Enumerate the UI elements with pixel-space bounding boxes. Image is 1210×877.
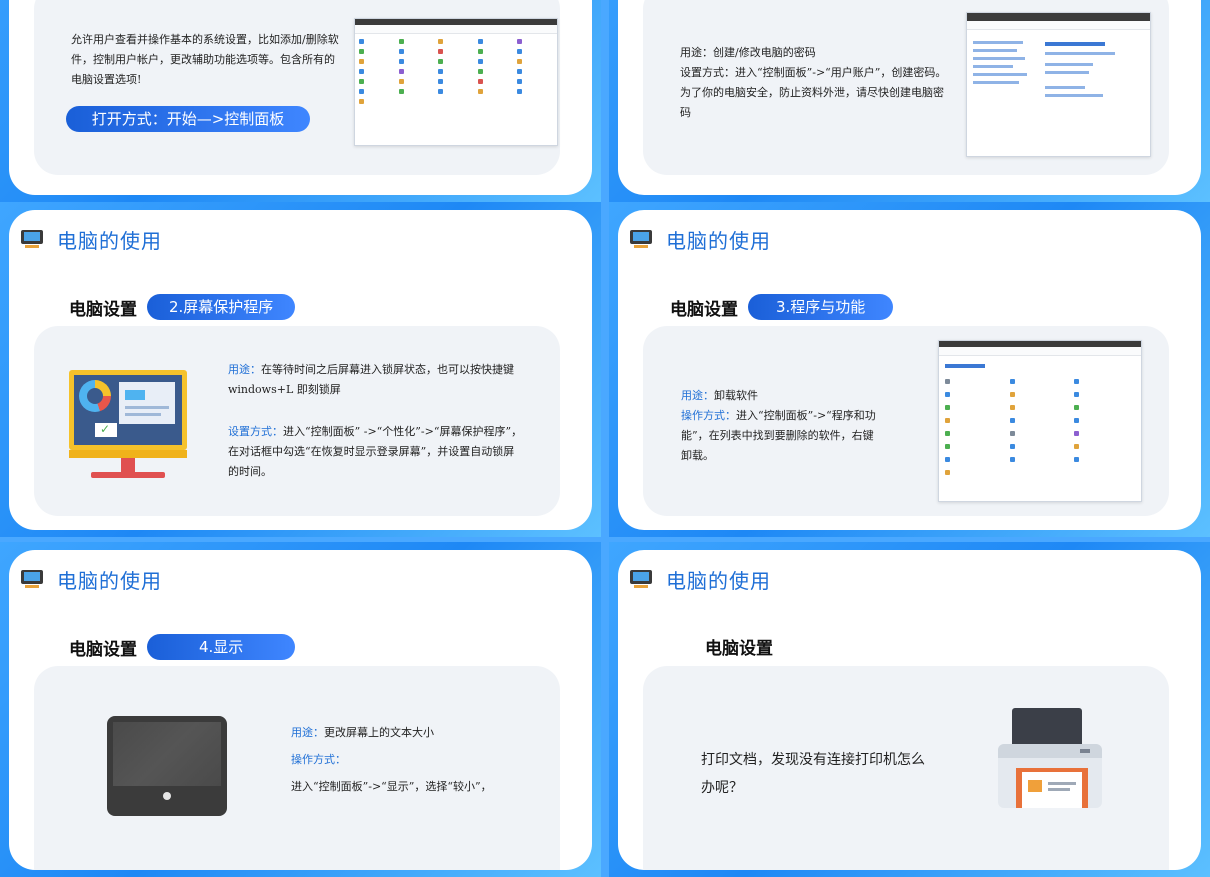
slide-card: 电脑的使用 电脑设置 2.屏幕保护程序 ✓ 用途：在等待时间之后屏幕进入锁屏状态…	[9, 210, 592, 530]
slide-card: 电脑的使用 电脑设置 3.程序与功能 用途：卸载软件 操作方式：进入“控制面板”…	[618, 210, 1201, 530]
slide-card: 电脑的使用 电脑设置 打印文档，发现没有连接打印机怎么办呢？	[618, 550, 1201, 870]
user-accounts-window-screenshot	[966, 12, 1151, 157]
slide-header: 电脑的使用	[630, 564, 771, 594]
control-panel-description: 允许用户查看并操作基本的系统设置，比如添加/删除软件，控制用户帐户，更改辅助功能…	[71, 33, 339, 86]
slide-title: 电脑的使用	[666, 568, 771, 593]
open-method-button[interactable]: 打开方式：开始—>控制面板	[66, 106, 310, 132]
monitor-illustration: ✓	[69, 370, 187, 482]
section-heading: 电脑设置	[705, 634, 783, 659]
programs-method: 操作方式：进入“控制面板”->“程序和功能”，在列表中找到要删除的软件，右键卸载…	[681, 409, 876, 462]
computer-icon	[630, 570, 652, 588]
section-title: 电脑设置	[69, 639, 137, 660]
section-heading: 电脑设置 3.程序与功能	[670, 294, 894, 320]
display-monitor-illustration	[107, 716, 227, 816]
programs-icon-grid	[939, 374, 1141, 480]
control-panel-icon-grid	[355, 34, 557, 109]
slide-card: 用途：创建/修改电脑的密码 设置方式：进入“控制面板”->“用户账户”，创建密码…	[618, 0, 1201, 195]
screensaver-usage: 用途：在等待时间之后屏幕进入锁屏状态，也可以按快捷键 windows+L 即刻锁…	[228, 363, 514, 396]
topic-pill: 3.程序与功能	[748, 294, 894, 320]
display-method-label: 操作方式：	[291, 753, 346, 766]
slide-printer: 电脑的使用 电脑设置 打印文档，发现没有连接打印机怎么办呢？	[609, 542, 1210, 877]
computer-icon	[21, 570, 43, 588]
section-title: 电脑设置	[705, 639, 773, 659]
usage-line: 用途：创建/修改电脑的密码	[680, 46, 816, 59]
computer-icon	[630, 230, 652, 248]
slide-title: 电脑的使用	[57, 228, 162, 253]
slide-header: 电脑的使用	[21, 564, 162, 594]
printer-illustration	[998, 708, 1110, 808]
section-heading: 电脑设置 2.屏幕保护程序	[69, 294, 296, 320]
section-heading: 电脑设置 4.显示	[69, 634, 296, 660]
method-line: 设置方式：进入“控制面板”->“用户账户”，创建密码。	[680, 66, 947, 79]
slide-header: 电脑的使用	[21, 224, 162, 254]
display-method: 进入“控制面板”->“显示”，选择“较小”，	[291, 780, 492, 793]
topic-pill: 4.显示	[147, 634, 296, 660]
slide-title: 电脑的使用	[57, 568, 162, 593]
slide-card: 允许用户查看并操作基本的系统设置，比如添加/删除软件，控制用户帐户，更改辅助功能…	[9, 0, 592, 195]
slide-header: 电脑的使用	[630, 224, 771, 254]
display-usage: 用途：更改屏幕上的文本大小	[291, 726, 434, 739]
power-button-icon	[163, 792, 171, 800]
security-note-line: 为了你的电脑安全，防止资料外泄，请尽快创建电脑密码	[680, 86, 944, 119]
programs-usage: 用途：卸载软件	[681, 389, 758, 402]
slide-card: 电脑的使用 电脑设置 4.显示 用途：更改屏幕上的文本大小 操作方式： 进入“控…	[9, 550, 592, 870]
section-title: 电脑设置	[69, 299, 137, 320]
control-panel-window-screenshot	[354, 18, 558, 146]
printer-question: 打印文档，发现没有连接打印机怎么办呢？	[701, 752, 925, 796]
computer-icon	[21, 230, 43, 248]
slide-user-accounts: 用途：创建/修改电脑的密码 设置方式：进入“控制面板”->“用户账户”，创建密码…	[609, 0, 1210, 202]
check-icon: ✓	[95, 422, 117, 437]
slide-display: 电脑的使用 电脑设置 4.显示 用途：更改屏幕上的文本大小 操作方式： 进入“控…	[0, 542, 601, 877]
slide-control-panel: 允许用户查看并操作基本的系统设置，比如添加/删除软件，控制用户帐户，更改辅助功能…	[0, 0, 601, 202]
slide-programs-features: 电脑的使用 电脑设置 3.程序与功能 用途：卸载软件 操作方式：进入“控制面板”…	[609, 202, 1210, 537]
screensaver-method: 设置方式：进入“控制面板” ->“个性化”->“屏幕保护程序”，在对话框中勾选“…	[228, 425, 523, 478]
slide-screensaver: 电脑的使用 电脑设置 2.屏幕保护程序 ✓ 用途：在等待时间之后屏幕进入锁屏状态…	[0, 202, 601, 537]
topic-pill: 2.屏幕保护程序	[147, 294, 296, 320]
section-title: 电脑设置	[670, 299, 738, 320]
slide-title: 电脑的使用	[666, 228, 771, 253]
user-accounts-description: 用途：创建/修改电脑的密码 设置方式：进入“控制面板”->“用户账户”，创建密码…	[680, 43, 950, 123]
programs-window-screenshot	[938, 340, 1142, 502]
